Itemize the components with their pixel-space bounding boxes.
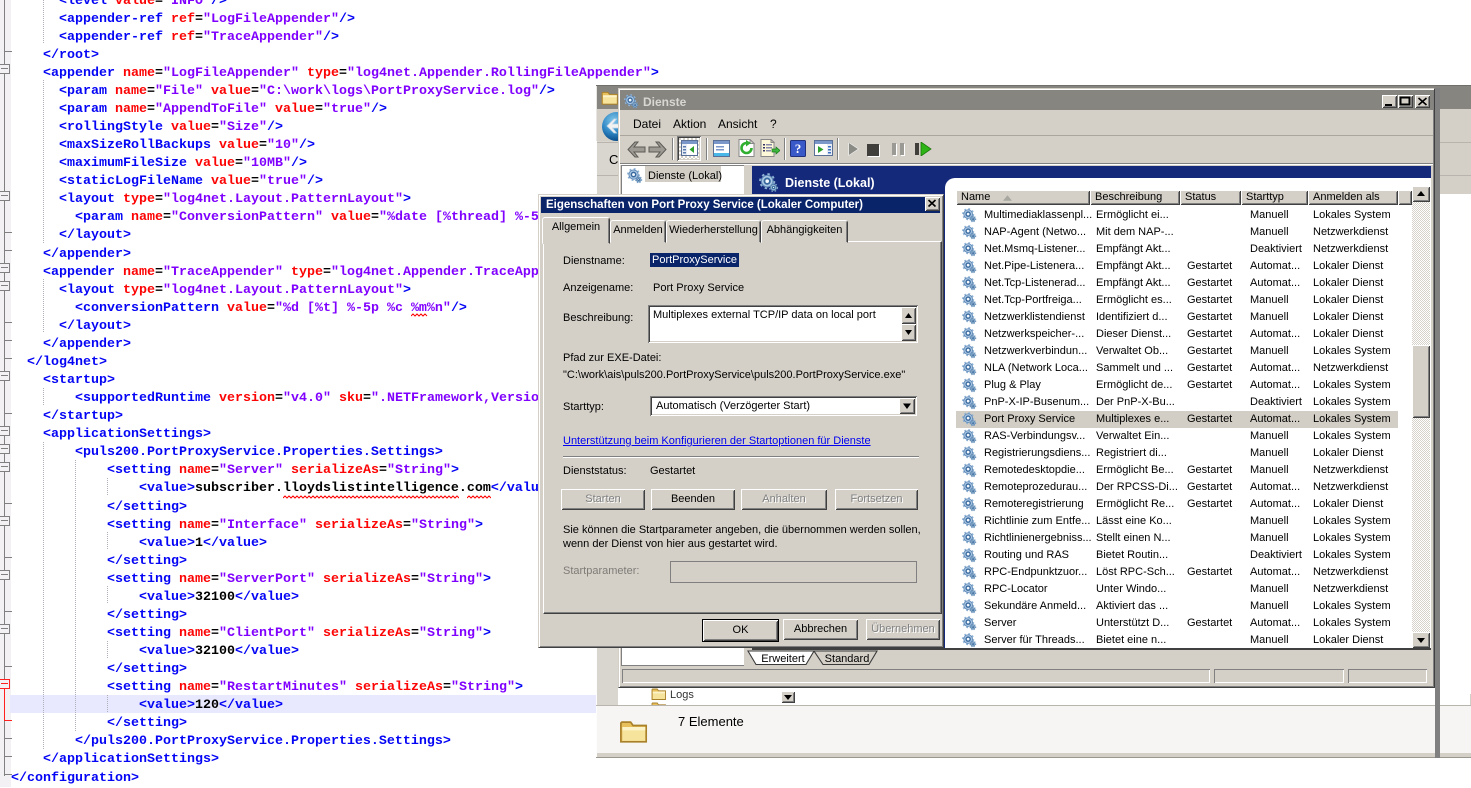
svg-text:Erweitert: Erweitert <box>761 653 804 665</box>
svg-text:?: ? <box>795 141 802 156</box>
svg-text:Standard: Standard <box>825 653 870 665</box>
